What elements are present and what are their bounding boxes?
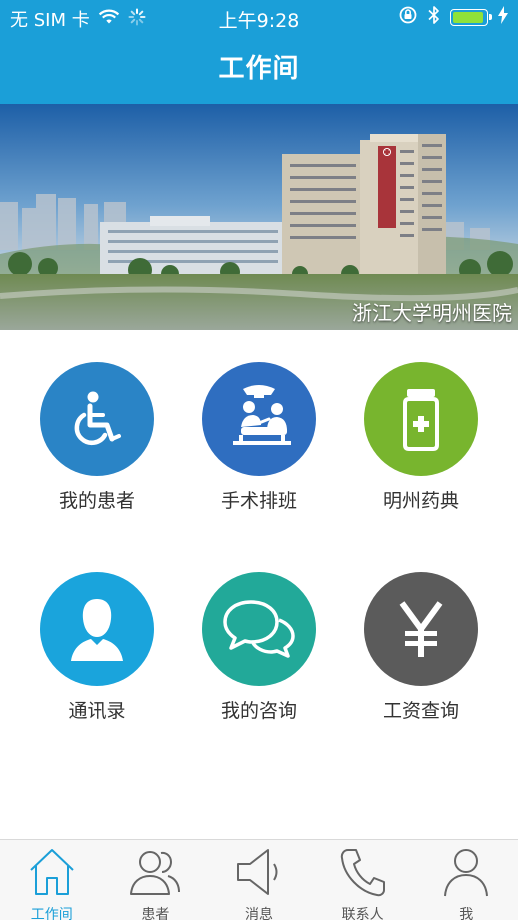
speaker-icon xyxy=(207,846,311,902)
bluetooth-icon xyxy=(428,5,440,30)
page-title: 工作间 xyxy=(218,54,300,84)
grid-item-label: 手术排班 xyxy=(220,490,297,512)
tab-me[interactable]: 我 xyxy=(414,846,518,920)
tab-label: 消息 xyxy=(244,907,273,920)
grid-item-my-patients[interactable]: 我的患者 xyxy=(11,362,183,513)
bottom-tab-bar: 工作间 患者 消息 联系人 我 xyxy=(0,839,518,920)
battery-icon xyxy=(450,9,492,26)
app-header: 无 SIM 卡 上午9:28 工作间 xyxy=(0,0,518,104)
grid-item-label: 明州药典 xyxy=(382,490,459,512)
hospital-banner[interactable]: 浙江大学明州医院 xyxy=(0,104,518,330)
charging-bolt-icon xyxy=(498,6,508,29)
grid-item-label: 我的患者 xyxy=(58,490,135,512)
tab-patients[interactable]: 患者 xyxy=(104,846,208,920)
tab-label: 患者 xyxy=(141,907,170,920)
tab-label: 我 xyxy=(459,907,474,920)
chat-bubbles-icon xyxy=(202,572,316,686)
grid-item-label: 工资查询 xyxy=(382,700,459,722)
status-bar: 无 SIM 卡 上午9:28 xyxy=(0,0,518,34)
banner-caption: 浙江大学明州医院 xyxy=(352,301,512,325)
phone-icon xyxy=(311,846,415,902)
grid-item-salary-query[interactable]: 工资查询 xyxy=(335,572,507,723)
grid-item-my-consultations[interactable]: 我的咨询 xyxy=(173,572,345,723)
yen-icon xyxy=(364,572,478,686)
tab-contacts[interactable]: 联系人 xyxy=(311,846,415,920)
grid-item-label: 我的咨询 xyxy=(220,700,297,722)
contact-person-icon xyxy=(40,572,154,686)
patients-icon xyxy=(104,846,208,902)
surgery-icon xyxy=(202,362,316,476)
wheelchair-icon xyxy=(40,362,154,476)
grid-item-pharmacopoeia[interactable]: 明州药典 xyxy=(335,362,507,513)
tab-label: 工作间 xyxy=(30,907,73,920)
tab-messages[interactable]: 消息 xyxy=(207,846,311,920)
user-icon xyxy=(414,846,518,902)
home-icon xyxy=(0,846,104,902)
grid-item-label: 通讯录 xyxy=(68,700,126,722)
tab-label: 联系人 xyxy=(341,907,384,920)
grid-item-contacts[interactable]: 通讯录 xyxy=(11,572,183,723)
grid-item-surgery-schedule[interactable]: 手术排班 xyxy=(173,362,345,513)
battery-level-fill xyxy=(453,12,484,23)
status-right xyxy=(398,5,508,30)
orientation-lock-icon xyxy=(398,5,418,30)
tab-workspace[interactable]: 工作间 xyxy=(0,846,104,920)
medicine-bottle-icon xyxy=(364,362,478,476)
